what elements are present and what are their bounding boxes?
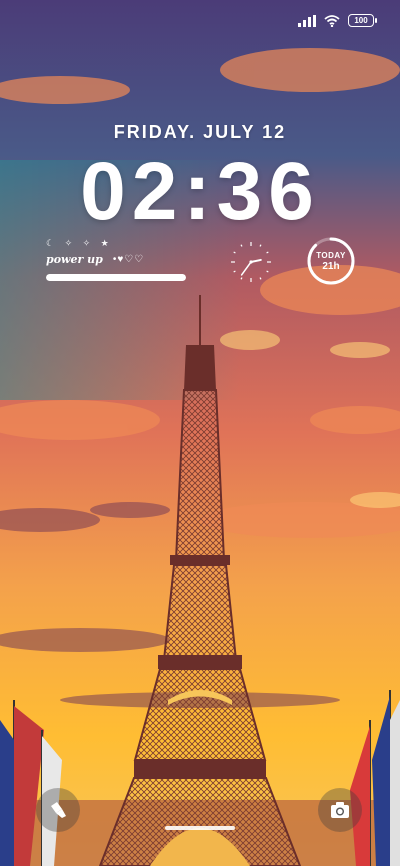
clock-tick [240,277,243,280]
clock-center [249,260,253,264]
today-value: 21h [322,260,340,272]
clock-tick [259,244,262,247]
power-up-widget[interactable]: ☾ ✧ ✧ ★ power up •♥♡♡ [46,238,188,281]
analog-clock-widget[interactable] [229,240,273,284]
today-ring-text: TODAY 21h [306,236,356,286]
flashlight-icon [51,802,66,818]
clock-tick [233,251,236,254]
widget-hearts: •♥♡♡ [112,254,145,265]
lockscreen-time: 02:36 [80,146,320,237]
battery-indicator: 100 [348,14,377,27]
wifi-icon [324,14,340,27]
clock-tick [233,270,236,273]
cellular-signal-icon [298,14,316,27]
lockscreen-date: FRIDAY. JULY 12 [113,122,287,142]
status-bar: 100 [298,14,377,27]
battery-level: 100 [354,16,368,25]
home-indicator[interactable] [165,826,235,830]
flashlight-button[interactable] [36,788,80,832]
clock-tick [259,277,262,280]
today-label: TODAY [316,250,346,260]
clock-tick [266,270,269,273]
clock-minute-hand [240,261,252,276]
widget-title: power up [46,253,103,266]
camera-icon [331,802,349,818]
widget-progress-bar [46,274,186,281]
clock-tick [266,251,269,254]
clock-tick [240,244,243,247]
camera-button[interactable] [318,788,362,832]
widget-stars: ☾ ✧ ✧ ★ [46,238,113,248]
widget-progress-fill [46,274,186,281]
